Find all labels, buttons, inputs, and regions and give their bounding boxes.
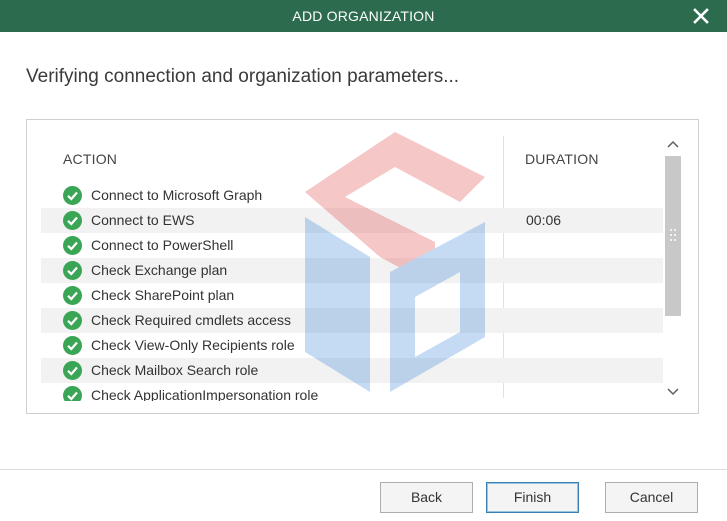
title-bar: ADD ORGANIZATION: [0, 0, 727, 32]
back-button[interactable]: Back: [380, 482, 473, 513]
table-row: Check View-Only Recipients role: [41, 333, 663, 358]
page-heading: Verifying connection and organization pa…: [26, 66, 460, 87]
check-circle-icon: [63, 386, 82, 401]
action-label: Connect to PowerShell: [91, 237, 234, 253]
action-label: Check Mailbox Search role: [91, 362, 259, 378]
finish-button[interactable]: Finish: [486, 482, 579, 513]
check-circle-icon: [63, 286, 82, 305]
action-label: Check SharePoint plan: [91, 287, 235, 303]
vertical-scrollbar[interactable]: [663, 134, 683, 402]
action-label: Connect to Microsoft Graph: [91, 187, 263, 203]
action-label: Check Exchange plan: [91, 262, 228, 278]
progress-panel: ACTION DURATION Connect to Microsoft Gra…: [26, 119, 699, 414]
check-circle-icon: [63, 361, 82, 380]
table-row: Check Exchange plan: [41, 258, 663, 283]
grip-icon: [670, 229, 676, 241]
check-circle-icon: [63, 261, 82, 280]
table-row: Connect to EWS 00:06: [41, 208, 663, 233]
action-label: Connect to EWS: [91, 212, 195, 228]
dialog-title: ADD ORGANIZATION: [292, 8, 435, 24]
table-row: Check Required cmdlets access: [41, 308, 663, 333]
action-list: Connect to Microsoft Graph Connect to EWS…: [41, 183, 663, 401]
footer-divider: [0, 469, 727, 470]
table-row: Connect to PowerShell: [41, 233, 663, 258]
table-row: Check ApplicationImpersonation role: [41, 383, 663, 401]
close-icon[interactable]: [691, 6, 711, 26]
check-circle-icon: [63, 211, 82, 230]
cancel-button[interactable]: Cancel: [605, 482, 698, 513]
action-label: Check ApplicationImpersonation role: [91, 387, 319, 401]
check-circle-icon: [63, 236, 82, 255]
scrollbar-thumb[interactable]: [665, 156, 681, 316]
check-circle-icon: [63, 186, 82, 205]
column-header-duration: DURATION: [525, 151, 599, 167]
column-header-action: ACTION: [63, 151, 118, 167]
check-circle-icon: [63, 311, 82, 330]
action-label: Check View-Only Recipients role: [91, 337, 295, 353]
chevron-up-icon[interactable]: [663, 134, 683, 156]
table-row: Check Mailbox Search role: [41, 358, 663, 383]
table-row: Check SharePoint plan: [41, 283, 663, 308]
chevron-down-icon[interactable]: [663, 380, 683, 402]
action-label: Check Required cmdlets access: [91, 312, 291, 328]
duration-value: 00:06: [526, 212, 562, 228]
table-row: Connect to Microsoft Graph: [41, 183, 663, 208]
check-circle-icon: [63, 336, 82, 355]
